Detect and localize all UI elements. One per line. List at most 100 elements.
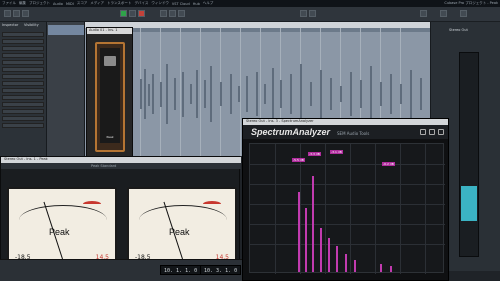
- grid-line: [325, 144, 326, 274]
- vu-label: Peak: [49, 227, 70, 237]
- inspector-row[interactable]: [2, 95, 44, 100]
- analyzer-subtitle: SEM Audio Tools: [337, 131, 370, 136]
- inspector-row[interactable]: [2, 53, 44, 58]
- menu-item[interactable]: 編集: [19, 1, 26, 6]
- settings-icon[interactable]: [420, 129, 426, 135]
- tool-button[interactable]: [169, 10, 176, 17]
- grid-line: [350, 144, 351, 274]
- mic-panel: Peak: [100, 48, 120, 143]
- spectrum-bar: [390, 266, 392, 272]
- track-header[interactable]: [48, 25, 84, 35]
- grid-line: [250, 184, 445, 185]
- time-display-mid[interactable]: 10. 3. 1. 0: [200, 265, 242, 275]
- inspector-row[interactable]: [2, 46, 44, 51]
- menu-item[interactable]: MIDI: [66, 2, 74, 6]
- grid-line: [250, 164, 445, 165]
- tool-button[interactable]: [440, 10, 447, 17]
- vu-meter-right: Peak -18.5 14.5 TSProducts: [127, 187, 237, 275]
- inspector-row[interactable]: [2, 109, 44, 114]
- grid-line: [300, 144, 301, 274]
- inspector-row[interactable]: [2, 116, 44, 121]
- spectrum-bar: [305, 208, 307, 272]
- mic-label: Peak: [106, 135, 114, 139]
- menu-bar: ファイル 編集 プロジェクト Audio MIDI スコア メディア トランスポ…: [0, 0, 500, 7]
- output-label: Stereo Out: [449, 28, 468, 32]
- grid-line: [425, 144, 426, 274]
- spectrum-bar: [345, 254, 347, 272]
- tool-button[interactable]: [160, 10, 167, 17]
- spectrum-bar: [320, 228, 322, 272]
- meter-preset-bar: Peak Standard: [1, 163, 241, 169]
- spectrum-analyzer-window[interactable]: Stereo Out - Ins. 3 - SpectrumAnalyzer S…: [242, 118, 449, 281]
- menu-item[interactable]: トランスポート: [107, 1, 131, 6]
- record-button[interactable]: [138, 10, 145, 17]
- tool-button[interactable]: [300, 10, 307, 17]
- plugin-title[interactable]: Audio 01 - Ins. 1: [87, 28, 132, 34]
- plugin-window-mic[interactable]: Audio 01 - Ins. 1 Peak: [86, 27, 133, 161]
- track-list: [47, 22, 85, 156]
- inspector-row[interactable]: [2, 32, 44, 37]
- inspector-row[interactable]: [2, 102, 44, 107]
- stop-button[interactable]: [129, 10, 136, 17]
- menu-item[interactable]: ファイル: [2, 1, 16, 6]
- spectrum-plot: -5.5 dB -3.3 dB -3.1 dB -6.2 dB: [249, 143, 445, 274]
- grid-line: [250, 224, 445, 225]
- inspector-row[interactable]: [2, 74, 44, 79]
- spectrum-bar: [354, 260, 356, 272]
- inspector-row[interactable]: [2, 60, 44, 65]
- output-meter-level: [461, 186, 477, 221]
- grid-line: [250, 204, 445, 205]
- tab-visibility[interactable]: Visibility: [24, 23, 39, 28]
- toolbar-button[interactable]: [13, 10, 20, 17]
- tool-button[interactable]: [178, 10, 185, 17]
- tool-button[interactable]: [420, 10, 427, 17]
- analyzer-logo: SpectrumAnalyzer: [251, 127, 331, 137]
- preset-name[interactable]: Peak Standard: [91, 164, 116, 168]
- toolbar-button[interactable]: [22, 10, 29, 17]
- grid-line: [375, 144, 376, 274]
- toolbar-button[interactable]: [4, 10, 11, 17]
- inspector-row[interactable]: [2, 67, 44, 72]
- spectrum-bar: [380, 264, 382, 272]
- toolbar: [0, 7, 500, 22]
- output-meter: [459, 52, 479, 257]
- spectrum-bar: [298, 192, 300, 272]
- grid-line: [275, 144, 276, 274]
- analyzer-header: SpectrumAnalyzer SEM Audio Tools: [243, 125, 448, 139]
- menu-item[interactable]: メディア: [90, 1, 104, 6]
- time-display-left[interactable]: 10. 1. 1. 0: [160, 265, 202, 275]
- tab-inspector[interactable]: Inspector: [2, 23, 18, 28]
- menu-item[interactable]: デバイス: [134, 1, 148, 6]
- menu-item[interactable]: Audio: [53, 2, 63, 6]
- spectrum-bar: [312, 176, 314, 272]
- grid-line: [250, 244, 445, 245]
- peak-label: -3.1 dB: [330, 150, 343, 154]
- mic-graphic: Peak: [95, 42, 125, 152]
- vu-red-zone: [83, 201, 101, 207]
- inspector-row[interactable]: [2, 39, 44, 44]
- menu-item[interactable]: Hub: [193, 2, 200, 6]
- inspector-panel: Inspector Visibility: [0, 22, 47, 156]
- peak-label: -3.3 dB: [308, 152, 321, 156]
- menu-item[interactable]: スコア: [77, 1, 88, 6]
- vu-red-zone: [203, 201, 221, 207]
- spectrum-bar: [336, 246, 338, 272]
- vu-label: Peak: [169, 227, 190, 237]
- inspector-row[interactable]: [2, 81, 44, 86]
- tool-button[interactable]: [309, 10, 316, 17]
- play-button[interactable]: [120, 10, 127, 17]
- tool-button[interactable]: [460, 10, 467, 17]
- inspector-row[interactable]: [2, 88, 44, 93]
- info-icon[interactable]: [438, 129, 444, 135]
- menu-item[interactable]: ヘルプ: [203, 1, 214, 6]
- inspector-row[interactable]: [2, 123, 44, 128]
- grid-line: [400, 144, 401, 274]
- menu-item[interactable]: プロジェクト: [29, 1, 50, 6]
- mic-capsule-icon: [104, 56, 116, 66]
- peak-label: -5.5 dB: [292, 158, 305, 162]
- peak-label: -6.2 dB: [382, 162, 395, 166]
- spectrum-bar: [328, 238, 330, 272]
- menu-item[interactable]: VST Cloud: [172, 2, 190, 6]
- menu-item[interactable]: ウィンドウ: [151, 1, 169, 6]
- help-icon[interactable]: [429, 129, 435, 135]
